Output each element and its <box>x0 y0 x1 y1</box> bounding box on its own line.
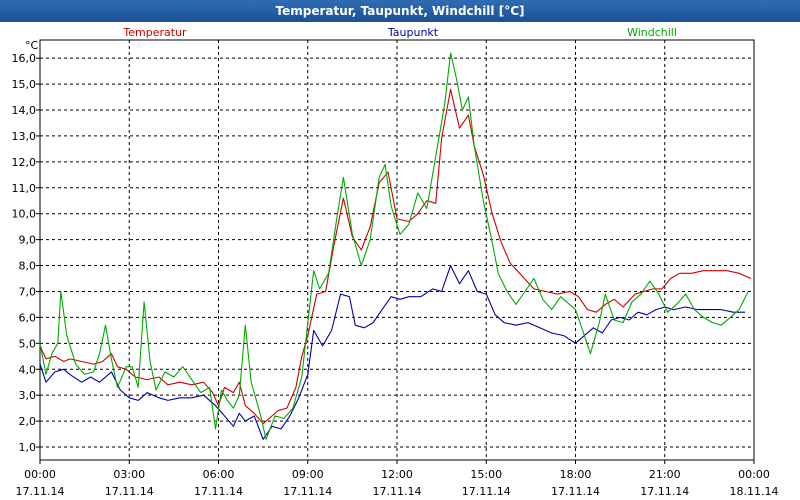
legend-item-temperatur: Temperatur <box>122 26 187 39</box>
y-tick-label: 3,0 <box>19 389 37 402</box>
x-tick-time-label: 00:00 <box>738 468 770 481</box>
x-tick-date-label: 17.11.14 <box>551 485 600 498</box>
legend: Temperatur Taupunkt Windchill <box>122 26 677 39</box>
y-tick-label: 16,0 <box>12 52 37 65</box>
y-tick-label: 1,0 <box>19 441 37 454</box>
x-tick-time-label: 09:00 <box>292 468 324 481</box>
y-tick-label: 4,0 <box>19 363 37 376</box>
x-tick-date-label: 17.11.14 <box>283 485 332 498</box>
x-tick-time-label: 18:00 <box>560 468 592 481</box>
y-tick-label: 7,0 <box>19 285 37 298</box>
x-tick-time-label: 12:00 <box>381 468 413 481</box>
x-tick-time-label: 03:00 <box>113 468 145 481</box>
x-tick-date-label: 18.11.14 <box>730 485 779 498</box>
y-tick-label: 15,0 <box>12 78 37 91</box>
y-tick-label: 14,0 <box>12 104 37 117</box>
x-tick-date-label: 17.11.14 <box>640 485 689 498</box>
chart-svg: 1,0 2,0 3,0 4,0 5,0 6,0 7,0 8,0 9,0 10,0 11,0 12,0 1… <box>12 26 779 498</box>
x-tick-date-label: 17.11.14 <box>16 485 65 498</box>
y-tick-label: 5,0 <box>19 337 37 350</box>
y-tick-label: 2,0 <box>19 415 37 428</box>
legend-item-windchill: Windchill <box>627 26 677 39</box>
y-tick-label: 10,0 <box>12 208 37 221</box>
x-axis-ticks: 00:00 17.11.14 03:00 17.11.14 06:00 17.11.14 0… <box>16 460 779 498</box>
y-tick-label: 12,0 <box>12 156 37 169</box>
x-tick-date-label: 17.11.14 <box>194 485 243 498</box>
chart-title: Temperatur, Taupunkt, Windchill [°C] <box>0 0 800 22</box>
x-tick-date-label: 17.11.14 <box>462 485 511 498</box>
x-tick-time-label: 00:00 <box>24 468 56 481</box>
y-tick-label: 9,0 <box>19 234 37 247</box>
x-tick-date-label: 17.11.14 <box>373 485 422 498</box>
legend-item-taupunkt: Taupunkt <box>387 26 439 39</box>
x-tick-date-label: 17.11.14 <box>105 485 154 498</box>
y-tick-label: 11,0 <box>12 182 37 195</box>
x-tick-time-label: 15:00 <box>470 468 502 481</box>
y-tick-label: 13,0 <box>12 130 37 143</box>
x-tick-time-label: 06:00 <box>203 468 235 481</box>
y-tick-label: 6,0 <box>19 311 37 324</box>
x-tick-time-label: 21:00 <box>649 468 681 481</box>
y-axis-unit-label: °C <box>25 39 39 52</box>
y-axis-ticks: 1,0 2,0 3,0 4,0 5,0 6,0 7,0 8,0 9,0 10,0 11,0 12,0 1… <box>12 52 40 454</box>
y-tick-label: 8,0 <box>19 260 37 273</box>
